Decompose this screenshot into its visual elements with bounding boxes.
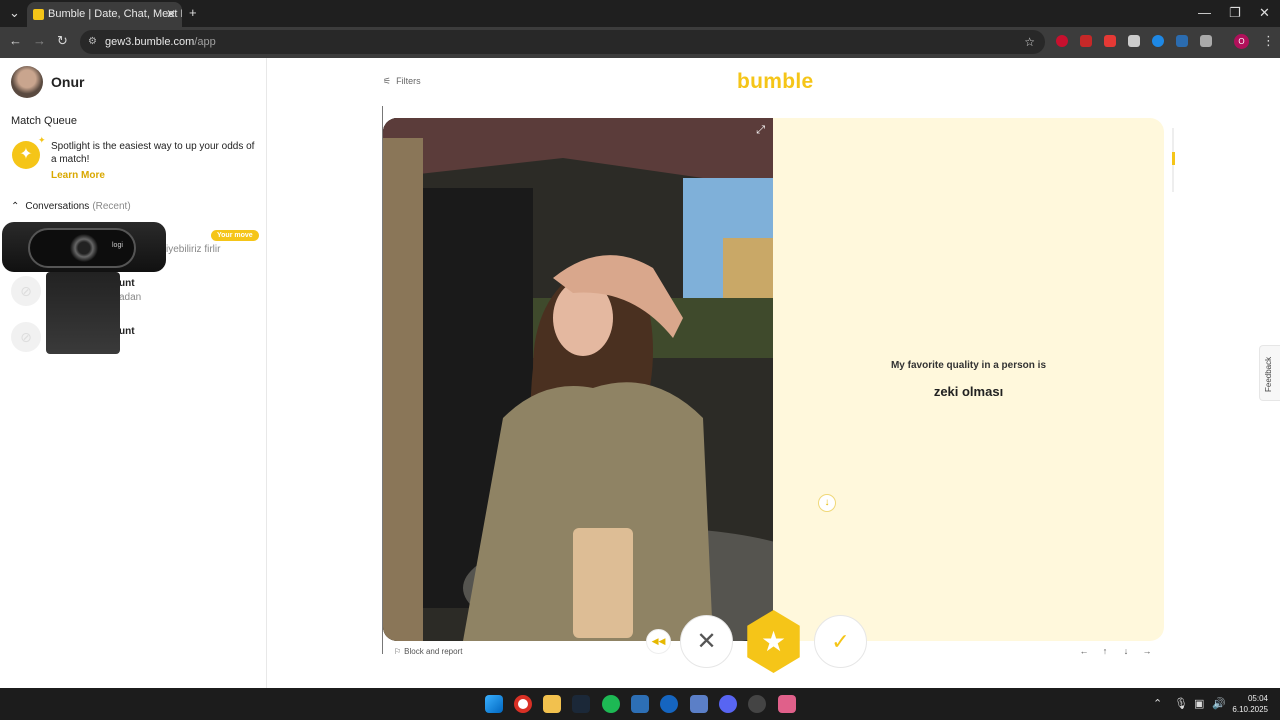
profile-prompt-panel [773,118,1164,641]
profile-scroll-thumb[interactable] [1172,152,1175,165]
bumble-favicon-icon [33,9,44,20]
app-clock-icon[interactable] [748,695,766,713]
conversation-avatar[interactable]: ⊘ [11,322,41,352]
extension-audio-icon[interactable] [1176,35,1188,47]
sparkle-icon: ✦ [38,135,46,145]
photos-icon[interactable] [631,695,649,713]
key-left-icon: ← [1079,646,1089,656]
spotlight-text: Spotlight is the easiest way to up your … [51,141,255,165]
extension-pen-icon[interactable] [1128,35,1140,47]
address-bar[interactable]: ⚙ gew3.bumble.com/app ☆ [80,30,1045,54]
key-down-icon: ↓ [1123,646,1129,656]
windows-start-icon[interactable] [485,695,503,713]
key-up-icon: ↑ [1102,646,1108,656]
discord-icon[interactable] [719,695,737,713]
browser-tab[interactable]: Bumble | Date, Chat, Meet New ✕ [27,2,182,27]
conversations-label: Conversations [25,201,90,212]
block-report-link[interactable]: ⚐ Block and report [394,647,462,656]
clock-date: 6.10.2025 [1232,705,1268,714]
new-tab-icon[interactable]: + [189,5,197,20]
reload-icon[interactable]: ↻ [57,33,68,49]
chrome-menu-icon[interactable]: ⋮ [1262,33,1275,49]
user-name[interactable]: Onur [51,74,84,90]
network-icon[interactable]: ▣ [1194,697,1204,710]
spotlight-icon[interactable]: ✦ [12,141,40,169]
conversations-sub: (Recent) [92,201,131,212]
prompt-answer: zeki olması [933,384,1004,399]
webcam-lens-icon [70,234,98,262]
file-explorer-icon[interactable] [543,695,561,713]
app-pink-icon[interactable] [778,695,796,713]
match-queue-label: Match Queue [11,115,78,127]
your-move-badge: Your move [211,230,259,241]
webcam-mount [46,272,120,354]
site-info-icon[interactable]: ⚙ [88,30,97,54]
webcam-logo: logi [112,242,123,249]
scroll-down-button[interactable]: ↓ [818,494,836,512]
volume-icon[interactable]: 🔊 [1212,697,1226,710]
back-icon[interactable]: ← [9,33,22,48]
prompt-question: My favorite quality in a person is [890,360,1047,371]
extensions-puzzle-icon[interactable] [1200,35,1212,47]
tab-search-icon[interactable]: ⌄ [9,5,20,21]
learn-more-link[interactable]: Learn More [51,170,105,181]
backtrack-button[interactable]: ◀◀ [646,629,671,654]
clock[interactable]: 05:04 6.10.2025 [1232,693,1268,715]
sliders-icon: ⚟ [383,76,392,86]
bumble-logo: bumble [737,70,814,93]
microphone-icon[interactable]: 🎙 [1174,697,1188,710]
pass-button[interactable]: ✕ [680,615,733,668]
chrome-taskbar-icon[interactable] [514,695,532,713]
profile-avatar[interactable]: O [1234,34,1249,49]
flag-icon: ⚐ [394,647,402,656]
window-close-icon[interactable]: ✕ [1259,5,1270,21]
chevron-up-icon: ⌃ [11,201,20,212]
tray-chevron-icon[interactable]: ⌃ [1153,697,1162,710]
restore-icon[interactable]: ❐ [1229,5,1241,21]
bookmark-star-icon[interactable]: ☆ [1024,30,1035,54]
minimize-icon[interactable]: — [1198,5,1211,20]
close-tab-icon[interactable]: ✕ [166,2,176,27]
conversation-avatar[interactable]: ⊘ [11,276,41,306]
key-right-icon: → [1142,646,1152,656]
extension-calendar-icon[interactable] [1080,35,1092,47]
conversation-name[interactable]: unt [119,326,135,337]
conversation-message[interactable]: iyebiliriz firlir [166,244,220,255]
extension-red-icon[interactable] [1056,35,1068,47]
extension-tool-icon[interactable] [1104,35,1116,47]
url-path: /app [194,36,216,48]
expand-icon[interactable]: ⤢ [756,124,765,137]
filters-button[interactable]: ⚟ Filters [383,76,421,87]
feedback-tab[interactable]: Feedback [1259,345,1280,401]
feedback-label: Feedback [1264,356,1273,392]
url-host: gew3.bumble.com [105,36,195,48]
block-report-label: Block and report [404,647,463,656]
clock-time: 05:04 [1247,694,1268,703]
like-button[interactable]: ✓ [814,615,867,668]
conversation-name[interactable]: unt [119,278,135,289]
tab-title: Bumble | Date, Chat, Meet New [48,8,182,20]
app-icon[interactable] [690,695,708,713]
profile-photo[interactable]: ⤢ [383,118,773,641]
media-player-icon[interactable] [660,695,678,713]
steam-icon[interactable] [572,695,590,713]
forward-icon[interactable]: → [33,33,46,48]
filters-label: Filters [396,76,421,86]
conversations-header[interactable]: ⌃ Conversations (Recent) [11,201,131,212]
user-avatar[interactable] [11,66,43,98]
spotify-icon[interactable] [602,695,620,713]
extension-blue-icon[interactable] [1152,35,1164,47]
conversation-message[interactable]: adan [119,292,141,303]
profile-photo-illustration [383,118,773,641]
